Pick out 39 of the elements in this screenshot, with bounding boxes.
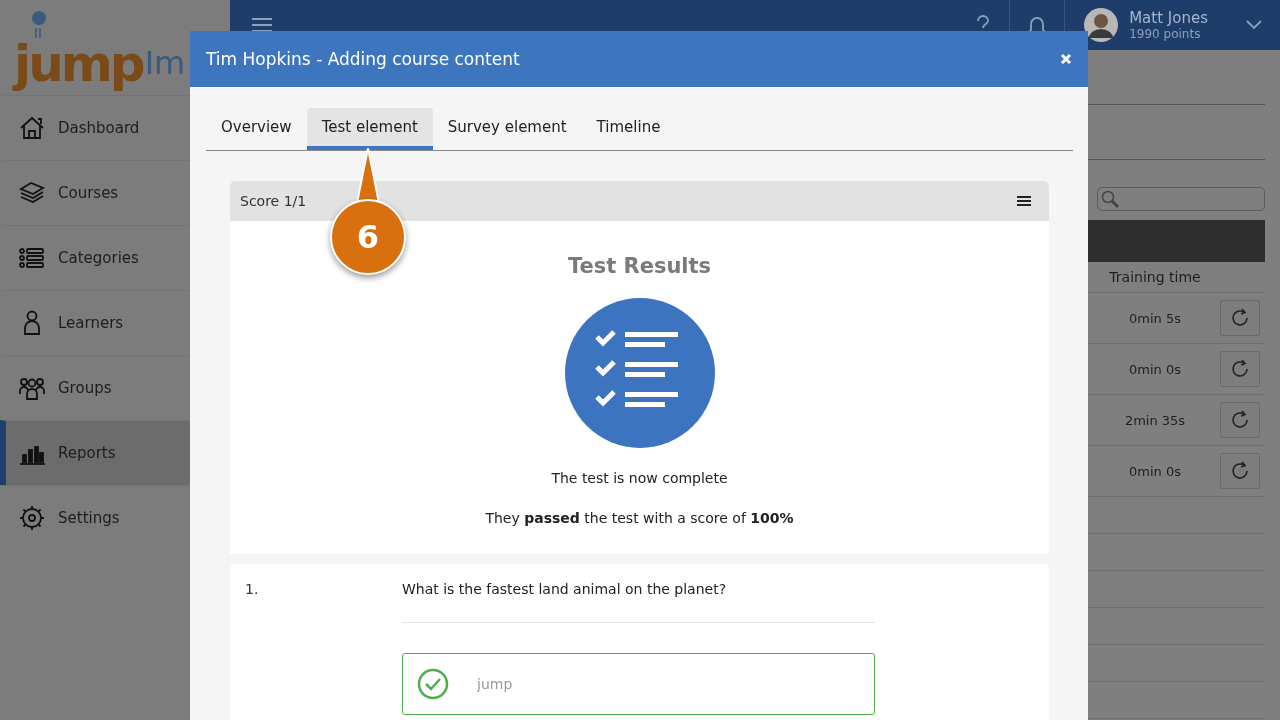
dialog-title: Tim Hopkins - Adding course content [206,49,520,69]
refresh-icon [1229,460,1251,482]
refresh-icon [1229,358,1251,380]
gear-icon [18,504,46,532]
result-text: They passed the test with a score of 100% [485,510,794,526]
menu-icon[interactable] [1017,195,1031,207]
table-cell-text: 0min 5s [1128,310,1182,326]
reset-button[interactable] [1220,402,1260,438]
results-heading: Test Results [567,254,712,278]
logo-suffix: Im [144,47,186,79]
house-icon [18,114,46,142]
answer-option: jump [402,653,875,715]
search-field[interactable] [1097,187,1265,211]
table-cell-text: 0min 0s [1128,463,1182,479]
tab[interactable]: Survey element [432,108,582,150]
close-icon[interactable] [1060,53,1072,65]
logo-text: jump [14,39,143,89]
user-points: 1990 points [1129,27,1202,41]
chevron-down-icon[interactable] [1246,20,1262,30]
score-label: Score 1/1 [240,193,307,209]
reset-button[interactable] [1220,453,1260,489]
user-name: Matt Jones [1129,9,1208,27]
column-header: Training time [1108,269,1202,285]
question-text: What is the fastest land animal on the planet? [402,581,728,597]
tab[interactable]: Test element [306,108,433,150]
checklist-icon [564,298,715,448]
refresh-icon [1229,307,1251,329]
table-cell-text: 2min 35s [1123,412,1187,428]
reset-button[interactable] [1220,300,1260,336]
status-text: The test is now complete [551,470,728,486]
tab[interactable]: Timeline [581,108,676,150]
question-number: 1. [245,581,260,599]
check-circle-icon [417,668,449,700]
logo-dot-icon [30,10,48,40]
refresh-icon [1229,409,1251,431]
search-icon [1100,189,1120,209]
reset-button[interactable] [1220,351,1260,387]
avatar[interactable] [1083,7,1120,43]
table-cell-text: 0min 0s [1128,361,1182,377]
